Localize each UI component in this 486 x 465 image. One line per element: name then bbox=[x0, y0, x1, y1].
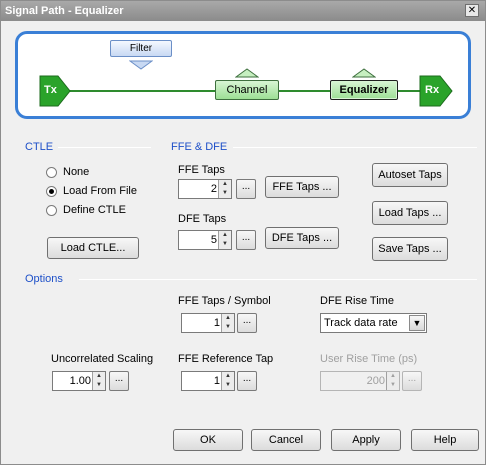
filter-block[interactable]: Filter bbox=[110, 40, 172, 57]
spin-arrows-icon[interactable]: ▲ ▼ bbox=[221, 314, 234, 332]
dfe-rise-time-value: Track data rate bbox=[324, 317, 398, 329]
dfe-taps-label: DFE Taps bbox=[178, 213, 227, 225]
close-icon[interactable]: ✕ bbox=[465, 4, 479, 17]
options-divider bbox=[79, 279, 477, 280]
equalizer-up-arrow-icon bbox=[352, 68, 376, 78]
title-bar: Signal Path - Equalizer ✕ bbox=[1, 1, 485, 21]
ffe-taps-button[interactable]: FFE Taps ... bbox=[265, 176, 339, 198]
user-rise-time-label: User Rise Time (ps) bbox=[320, 353, 418, 365]
ffe-taps-spinner[interactable]: 2 ▲ ▼ bbox=[178, 179, 232, 199]
channel-block[interactable]: Channel bbox=[215, 80, 279, 100]
ctle-load-from-file-radio[interactable]: Load From File bbox=[46, 185, 137, 197]
cancel-button[interactable]: Cancel bbox=[251, 429, 321, 451]
help-button[interactable]: Help bbox=[411, 429, 479, 451]
ffe-taps-per-symbol-spinner[interactable]: 1 ▲ ▼ bbox=[181, 313, 235, 333]
ffe-dfe-divider bbox=[233, 147, 477, 148]
user-rise-time-ellipsis-button: ... bbox=[402, 371, 422, 391]
radio-selected-dot bbox=[49, 188, 54, 194]
ffe-reference-tap-label: FFE Reference Tap bbox=[178, 353, 274, 365]
spin-arrows-icon: ▲ ▼ bbox=[386, 372, 399, 390]
uncorrelated-scaling-spinner[interactable]: 1.00 ▲ ▼ bbox=[52, 371, 106, 391]
ctle-none-label: None bbox=[63, 166, 90, 178]
radio-circle bbox=[46, 204, 57, 216]
dfe-taps-button[interactable]: DFE Taps ... bbox=[265, 227, 339, 249]
spin-arrows-icon[interactable]: ▲ ▼ bbox=[218, 180, 231, 198]
save-taps-button[interactable]: Save Taps ... bbox=[372, 237, 448, 261]
ffe-taps-value: 2 bbox=[210, 183, 217, 195]
ctle-define-radio[interactable]: Define CTLE bbox=[46, 204, 126, 216]
ctle-none-radio[interactable]: None bbox=[46, 166, 89, 178]
ffe-taps-ellipsis-button[interactable]: ... bbox=[236, 179, 256, 199]
ffe-reference-tap-spinner[interactable]: 1 ▲ ▼ bbox=[181, 371, 235, 391]
ffe-reference-tap-ellipsis-button[interactable]: ... bbox=[237, 371, 257, 391]
ffe-taps-label: FFE Taps bbox=[178, 164, 225, 176]
equalizer-dialog: Signal Path - Equalizer ✕ Tx Filter Chan… bbox=[0, 0, 486, 465]
dfe-rise-time-select[interactable]: Track data rate ▼ bbox=[320, 313, 427, 333]
ctle-divider bbox=[58, 147, 151, 148]
user-rise-time-spinner: 200 ▲ ▼ bbox=[320, 371, 400, 391]
chevron-down-icon[interactable]: ▼ bbox=[409, 315, 425, 331]
window-title: Signal Path - Equalizer bbox=[5, 5, 124, 17]
dfe-rise-time-label: DFE Rise Time bbox=[320, 295, 394, 307]
ffe-taps-per-symbol-value: 1 bbox=[213, 317, 220, 329]
load-ctle-button[interactable]: Load CTLE... bbox=[47, 237, 139, 259]
options-section-title: Options bbox=[25, 273, 63, 285]
apply-button[interactable]: Apply bbox=[331, 429, 401, 451]
ffe-dfe-section-title: FFE & DFE bbox=[171, 141, 228, 153]
ctle-load-from-file-label: Load From File bbox=[63, 185, 137, 197]
ok-button[interactable]: OK bbox=[173, 429, 243, 451]
ctle-define-label: Define CTLE bbox=[63, 204, 126, 216]
load-taps-button[interactable]: Load Taps ... bbox=[372, 201, 448, 225]
user-rise-time-value: 200 bbox=[366, 375, 385, 387]
dfe-taps-value: 5 bbox=[210, 234, 217, 246]
dfe-taps-ellipsis-button[interactable]: ... bbox=[236, 230, 256, 250]
uncorrelated-scaling-label: Uncorrelated Scaling bbox=[51, 353, 154, 365]
uncorrelated-scaling-value: 1.00 bbox=[69, 375, 91, 387]
spin-arrows-icon[interactable]: ▲ ▼ bbox=[221, 372, 234, 390]
ffe-taps-per-symbol-label: FFE Taps / Symbol bbox=[178, 295, 271, 307]
channel-up-arrow-icon bbox=[235, 68, 259, 78]
signal-path-diagram: Tx Filter Channel Equalizer Rx bbox=[15, 31, 471, 119]
equalizer-block[interactable]: Equalizer bbox=[330, 80, 398, 100]
radio-circle bbox=[46, 185, 57, 197]
spin-arrows-icon[interactable]: ▲ ▼ bbox=[92, 372, 105, 390]
ffe-reference-tap-value: 1 bbox=[213, 375, 220, 387]
spin-arrows-icon[interactable]: ▲ ▼ bbox=[218, 231, 231, 249]
uncorrelated-scaling-ellipsis-button[interactable]: ... bbox=[109, 371, 129, 391]
dfe-taps-spinner[interactable]: 5 ▲ ▼ bbox=[178, 230, 232, 250]
autoset-taps-button[interactable]: Autoset Taps bbox=[372, 163, 448, 187]
ffe-taps-per-symbol-ellipsis-button[interactable]: ... bbox=[237, 313, 257, 333]
tx-label: Tx bbox=[44, 84, 57, 96]
filter-down-arrow-icon bbox=[129, 60, 153, 70]
radio-circle bbox=[46, 166, 57, 178]
rx-label: Rx bbox=[425, 84, 440, 96]
ctle-section-title: CTLE bbox=[25, 141, 54, 153]
